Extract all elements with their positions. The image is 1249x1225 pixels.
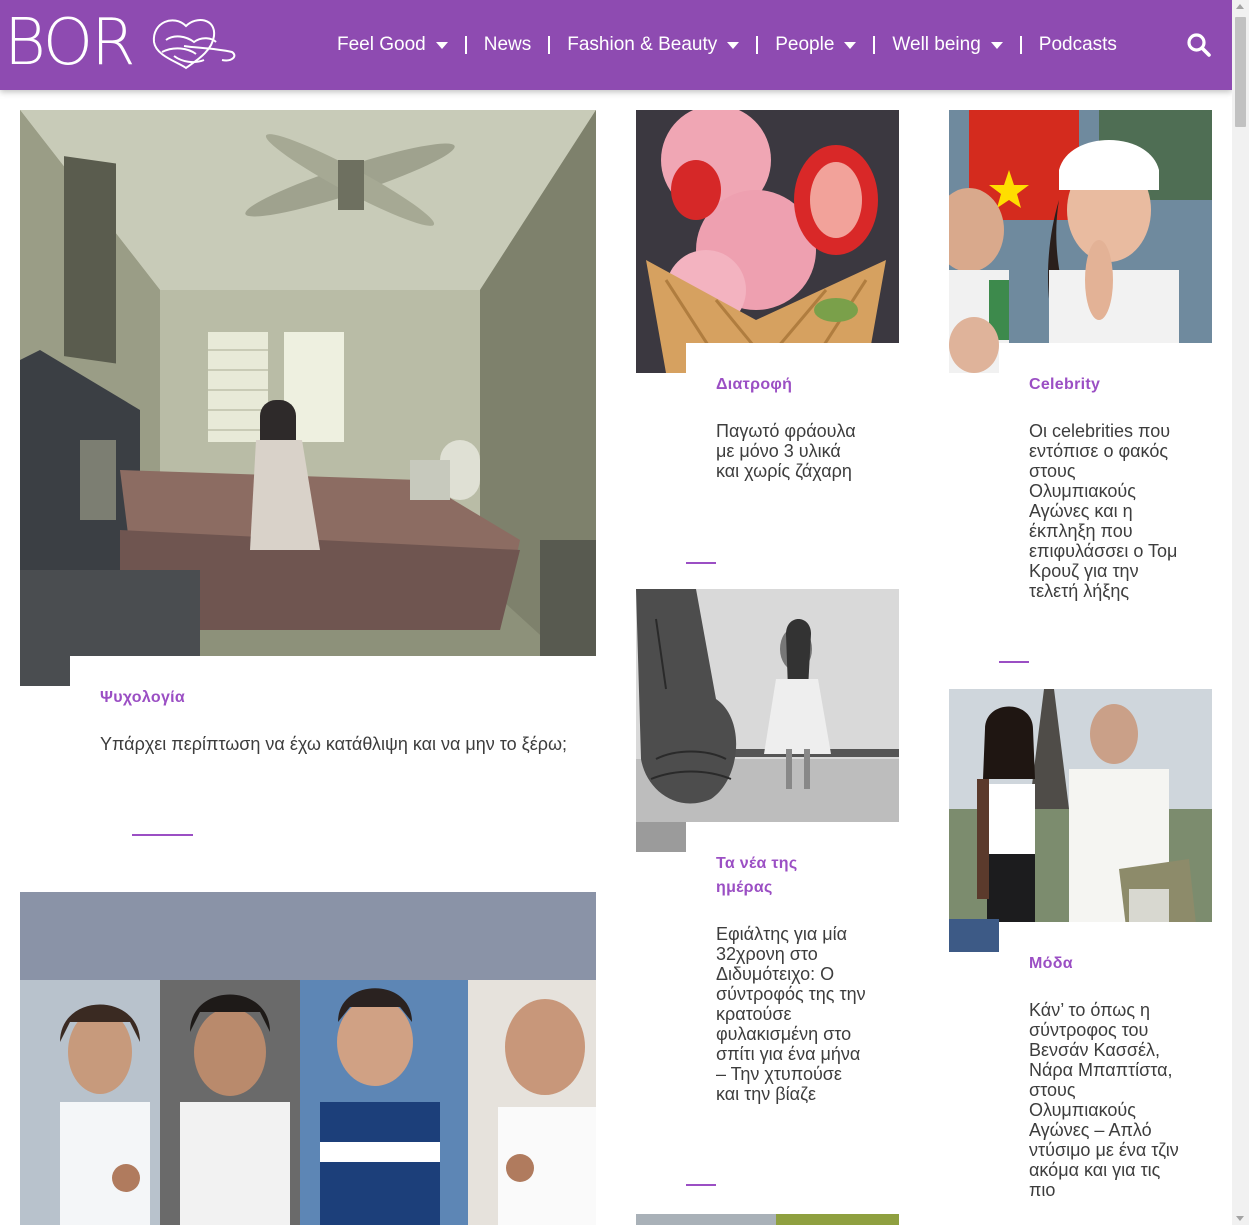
main-nav: Feel Good News Fashion & Beauty People W… [320,0,1134,90]
nav-item-news[interactable]: News [467,34,549,56]
article-title[interactable]: Παγωτό φράουλα με μόνο 3 υλικά και χωρίς… [716,421,866,481]
article-accent-line [686,1184,716,1186]
site-logo[interactable]: BOR [4,10,236,76]
article-card-strawberry-icecream[interactable]: Διατροφή Παγωτό φράουλα με μόνο 3 υλικά … [636,110,899,580]
article-card-nara-baptista[interactable]: Μόδα Κάν’ το όπως η σύντροφος του Βενσάν… [949,689,1212,1225]
scroll-up-arrow-icon[interactable] [1236,4,1244,9]
chevron-down-icon [990,41,1003,49]
article-category[interactable]: Celebrity [1029,373,1100,397]
article-category[interactable]: Τα νέα της ημέρας [716,852,846,900]
article-image[interactable] [636,110,899,373]
chevron-down-icon [844,41,857,49]
article-image[interactable] [636,1212,899,1225]
article-title[interactable]: Εφιάλτης για μία 32χρονη στο Διδυμότειχο… [716,924,866,1104]
article-card-athletes[interactable] [20,892,596,1225]
article-title[interactable]: Οι celebrities που εντόπισε ο φακός στου… [1029,421,1179,601]
article-body: Celebrity Οι celebrities που εντόπισε ο … [999,343,1212,680]
nav-item-fashion-beauty[interactable]: Fashion & Beauty [550,34,756,56]
nav-item-label: Well being [892,34,981,55]
site-header: BOR Feel Good News Fashion & Beauty Peop… [0,0,1232,90]
article-accent-line [686,562,716,564]
article-body: Ψυχολογία Υπάρχει περίπτωση να έχω κατάθ… [70,656,596,850]
article-image[interactable] [636,589,899,852]
nav-item-people[interactable]: People [758,34,873,56]
article-accent-line [999,661,1029,663]
scroll-down-arrow-icon[interactable] [1236,1216,1244,1221]
logo-hug-icon [152,19,236,70]
article-body: Τα νέα της ημέρας Εφιάλτης για μία 32χρο… [686,822,899,1225]
article-image[interactable] [20,892,596,1225]
nav-item-well-being[interactable]: Well being [875,34,1019,56]
article-card-celebrities-olympics[interactable]: Celebrity Οι celebrities που εντόπισε ο … [949,110,1212,680]
article-card-didymoteicho[interactable]: Τα νέα της ημέρας Εφιάλτης για μία 32χρο… [636,589,899,1225]
article-category[interactable]: Ψυχολογία [100,686,185,710]
nav-item-feel-good[interactable]: Feel Good [320,34,465,56]
nav-item-label: People [775,34,835,55]
nav-item-podcasts[interactable]: Podcasts [1022,34,1134,56]
nav-item-label: Podcasts [1038,34,1117,55]
article-card-depression[interactable]: Ψυχολογία Υπάρχει περίπτωση να έχω κατάθ… [20,110,596,850]
article-accent-line [132,834,193,836]
logo-text: BOR [4,6,136,80]
article-image[interactable] [949,110,1212,373]
chevron-down-icon [727,41,740,49]
article-title[interactable]: Κάν’ το όπως η σύντροφος του Βενσάν Κασσ… [1029,1000,1179,1200]
article-image[interactable] [949,689,1212,952]
search-icon[interactable] [1186,32,1212,58]
article-title[interactable]: Υπάρχει περίπτωση να έχω κατάθλιψη και ν… [100,734,570,754]
nav-item-label: News [483,34,532,55]
article-category[interactable]: Διατροφή [716,373,792,397]
article-image[interactable] [20,110,596,686]
nav-item-label: Feel Good [337,34,426,55]
scroll-thumb[interactable] [1235,17,1246,127]
page-scrollbar[interactable] [1232,0,1249,1225]
chevron-down-icon [435,41,448,49]
article-category[interactable]: Μόδα [1029,952,1073,976]
article-body: Διατροφή Παγωτό φράουλα με μόνο 3 υλικά … [686,343,899,580]
article-body: Μόδα Κάν’ το όπως η σύντροφος του Βενσάν… [999,922,1212,1225]
nav-item-label: Fashion & Beauty [567,34,718,55]
